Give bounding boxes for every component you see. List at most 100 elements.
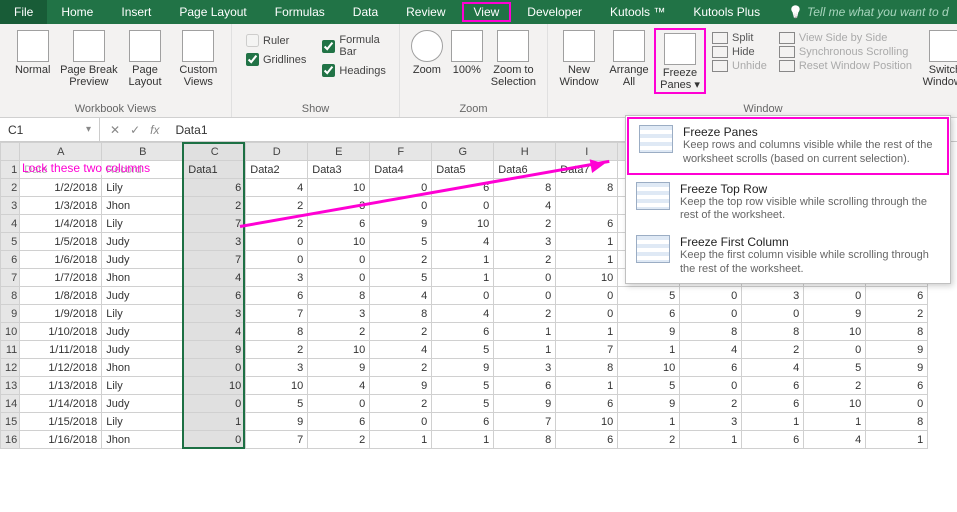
cell-H13[interactable]: 6 [494,377,556,395]
row-header-12[interactable]: 12 [1,359,20,377]
cell-B7[interactable]: Jhon [102,269,184,287]
cell-C12[interactable]: 0 [184,359,246,377]
cell-K13[interactable]: 0 [680,377,742,395]
cell-I2[interactable]: 8 [556,179,618,197]
cell-B14[interactable]: Judy [102,395,184,413]
cell-C3[interactable]: 2 [184,197,246,215]
cell-D5[interactable]: 0 [246,233,308,251]
cell-M11[interactable]: 0 [804,341,866,359]
arrange-all-button[interactable]: Arrange All [604,28,654,88]
cell-D15[interactable]: 9 [246,413,308,431]
cell-D12[interactable]: 3 [246,359,308,377]
cell-L13[interactable]: 6 [742,377,804,395]
cell-K12[interactable]: 6 [680,359,742,377]
cell-C1[interactable]: Data1 [184,161,246,179]
cell-G11[interactable]: 5 [432,341,494,359]
cell-L12[interactable]: 4 [742,359,804,377]
cell-E11[interactable]: 10 [308,341,370,359]
cell-I9[interactable]: 0 [556,305,618,323]
tab-file[interactable]: File [0,0,47,24]
cell-J12[interactable]: 10 [618,359,680,377]
cell-I14[interactable]: 6 [556,395,618,413]
cell-B9[interactable]: Lily [102,305,184,323]
cell-H3[interactable]: 4 [494,197,556,215]
cell-G8[interactable]: 0 [432,287,494,305]
cell-E8[interactable]: 8 [308,287,370,305]
cell-G10[interactable]: 6 [432,323,494,341]
accept-formula-icon[interactable]: ✓ [130,123,140,137]
cell-C8[interactable]: 6 [184,287,246,305]
cell-K11[interactable]: 4 [680,341,742,359]
cell-L16[interactable]: 6 [742,431,804,449]
cell-C14[interactable]: 0 [184,395,246,413]
cell-N15[interactable]: 8 [866,413,928,431]
cell-G13[interactable]: 5 [432,377,494,395]
cell-E15[interactable]: 6 [308,413,370,431]
cell-N12[interactable]: 9 [866,359,928,377]
normal-view-button[interactable]: Normal [6,28,59,76]
cell-C15[interactable]: 1 [184,413,246,431]
zoom-to-selection-button[interactable]: Zoom to Selection [486,28,541,88]
cell-I10[interactable]: 1 [556,323,618,341]
tab-view[interactable]: View [460,0,514,24]
cell-D6[interactable]: 0 [246,251,308,269]
cell-B15[interactable]: Lily [102,413,184,431]
page-layout-button[interactable]: Page Layout [118,28,171,88]
cell-G16[interactable]: 1 [432,431,494,449]
cell-F6[interactable]: 2 [370,251,432,269]
cell-K15[interactable]: 3 [680,413,742,431]
cell-L15[interactable]: 1 [742,413,804,431]
cell-F16[interactable]: 1 [370,431,432,449]
cell-I11[interactable]: 7 [556,341,618,359]
cell-A10[interactable]: 1/10/2018 [20,323,102,341]
cell-D3[interactable]: 2 [246,197,308,215]
cell-D11[interactable]: 2 [246,341,308,359]
cell-H5[interactable]: 3 [494,233,556,251]
tab-kutools[interactable]: Kutools ™ [596,0,679,24]
cell-D13[interactable]: 10 [246,377,308,395]
row-header-9[interactable]: 9 [1,305,20,323]
freeze-top-row-option[interactable]: Freeze Top RowKeep the top row visible w… [626,176,950,230]
cell-C2[interactable]: 6 [184,179,246,197]
cell-B10[interactable]: Judy [102,323,184,341]
cell-H16[interactable]: 8 [494,431,556,449]
cell-E7[interactable]: 0 [308,269,370,287]
cell-F9[interactable]: 8 [370,305,432,323]
cell-L9[interactable]: 0 [742,305,804,323]
row-header-11[interactable]: 11 [1,341,20,359]
cell-D2[interactable]: 4 [246,179,308,197]
row-header-2[interactable]: 2 [1,179,20,197]
row-header-3[interactable]: 3 [1,197,20,215]
column-header-B[interactable]: B [102,143,184,161]
cell-J15[interactable]: 1 [618,413,680,431]
cell-A5[interactable]: 1/5/2018 [20,233,102,251]
headings-checkbox[interactable]: Headings [322,64,385,77]
cell-N8[interactable]: 6 [866,287,928,305]
cell-A9[interactable]: 1/9/2018 [20,305,102,323]
cell-D10[interactable]: 8 [246,323,308,341]
cell-B11[interactable]: Judy [102,341,184,359]
column-header-D[interactable]: D [246,143,308,161]
cell-G4[interactable]: 10 [432,215,494,233]
column-header-A[interactable]: A [20,143,102,161]
column-header-H[interactable]: H [494,143,556,161]
cell-G6[interactable]: 1 [432,251,494,269]
row-header-13[interactable]: 13 [1,377,20,395]
cell-A2[interactable]: 1/2/2018 [20,179,102,197]
cell-I13[interactable]: 1 [556,377,618,395]
cell-H12[interactable]: 3 [494,359,556,377]
cell-J13[interactable]: 5 [618,377,680,395]
cell-B16[interactable]: Jhon [102,431,184,449]
tab-data[interactable]: Data [339,0,392,24]
cell-C11[interactable]: 9 [184,341,246,359]
column-header-G[interactable]: G [432,143,494,161]
cell-G1[interactable]: Data5 [432,161,494,179]
cell-E10[interactable]: 2 [308,323,370,341]
cell-F1[interactable]: Data4 [370,161,432,179]
cell-F14[interactable]: 2 [370,395,432,413]
cell-J10[interactable]: 9 [618,323,680,341]
cell-H14[interactable]: 9 [494,395,556,413]
cell-M16[interactable]: 4 [804,431,866,449]
row-header-7[interactable]: 7 [1,269,20,287]
cell-B5[interactable]: Judy [102,233,184,251]
